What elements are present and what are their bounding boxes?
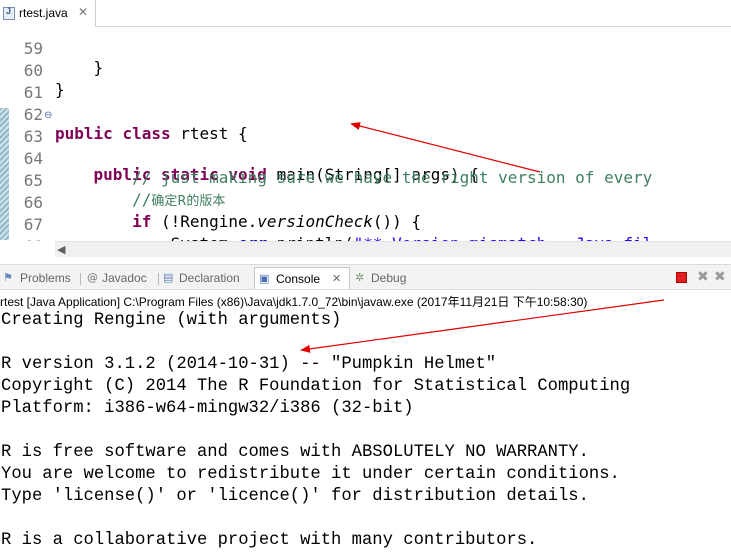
code-area[interactable]: 59 } 60 } 61 62 public class rtest { 63 …	[0, 19, 731, 241]
debug-icon: ✲	[355, 271, 365, 284]
editor-tab-label: rtest.java	[19, 6, 68, 20]
view-tab-bar: ⚑ Problems @ Javadoc ▤ Declaration ▣ Con…	[0, 264, 731, 290]
console-line: You are welcome to redistribute it under…	[1, 465, 620, 484]
tab-console[interactable]: ▣ Console ✕	[254, 267, 350, 289]
remove-launch-icon[interactable]: ✖	[697, 269, 711, 285]
terminate-icon[interactable]	[676, 272, 687, 283]
console-output[interactable]: Creating Rengine (with arguments) R vers…	[0, 310, 731, 554]
tab-debug[interactable]: ✲ Debug	[354, 267, 414, 289]
code-line: 65 //确定R的版本	[0, 151, 731, 209]
problems-icon: ⚑	[3, 271, 13, 284]
console-line: R is a collaborative project with many c…	[1, 531, 538, 550]
console-line: R version 3.1.2 (2014-10-31) -- "Pumpkin…	[1, 355, 497, 374]
code-editor[interactable]: rtest.java ✕ 59 } 60 } 61 62 public clas…	[0, 0, 731, 258]
tab-declaration[interactable]: ▤ Declaration	[162, 267, 252, 289]
code-line: 60 }	[0, 41, 731, 99]
code-line: 63 ⊖ public static void main(String[] ar…	[0, 107, 731, 184]
close-icon[interactable]: ✕	[78, 5, 88, 19]
code-line: 67 System.err.println("** Version mismat…	[0, 195, 731, 241]
code-line: 61	[0, 63, 731, 102]
remove-all-icon[interactable]: ✖	[714, 269, 728, 285]
console-line: Copyright (C) 2014 The R Foundation for …	[1, 377, 631, 396]
tab-separator	[80, 273, 81, 285]
console-icon: ▣	[259, 272, 270, 285]
horizontal-scrollbar[interactable]: ◀	[55, 241, 731, 257]
code-line: 68 System.exit(1);	[0, 217, 731, 241]
tab-separator	[158, 273, 159, 285]
code-line: 62 public class rtest {	[0, 85, 731, 143]
console-line: Type 'license()' or 'licence()' for dist…	[1, 487, 589, 506]
declaration-icon: ▤	[163, 271, 174, 284]
code-line: 66 if (!Rengine.versionCheck()) {	[0, 173, 731, 231]
fold-toggle-icon[interactable]: ⊖	[44, 110, 52, 121]
line-number: 68	[10, 236, 43, 241]
console-process-label: rtest [Java Application] C:\Program File…	[0, 295, 588, 309]
console-line: R is free software and comes with ABSOLU…	[1, 443, 589, 462]
scroll-left-icon[interactable]: ◀	[57, 243, 65, 256]
tab-javadoc[interactable]: @ Javadoc	[86, 267, 156, 289]
javadoc-icon: @	[87, 271, 98, 284]
console-line: Creating Rengine (with arguments)	[1, 311, 342, 330]
code-line: 64 // just making sure we have the right…	[0, 129, 731, 187]
close-icon[interactable]: ✕	[332, 272, 341, 285]
console-line: Platform: i386-w64-mingw32/i386 (32-bit)	[1, 399, 414, 418]
code-line: 59 }	[0, 19, 731, 77]
tab-problems[interactable]: ⚑ Problems	[2, 267, 78, 289]
